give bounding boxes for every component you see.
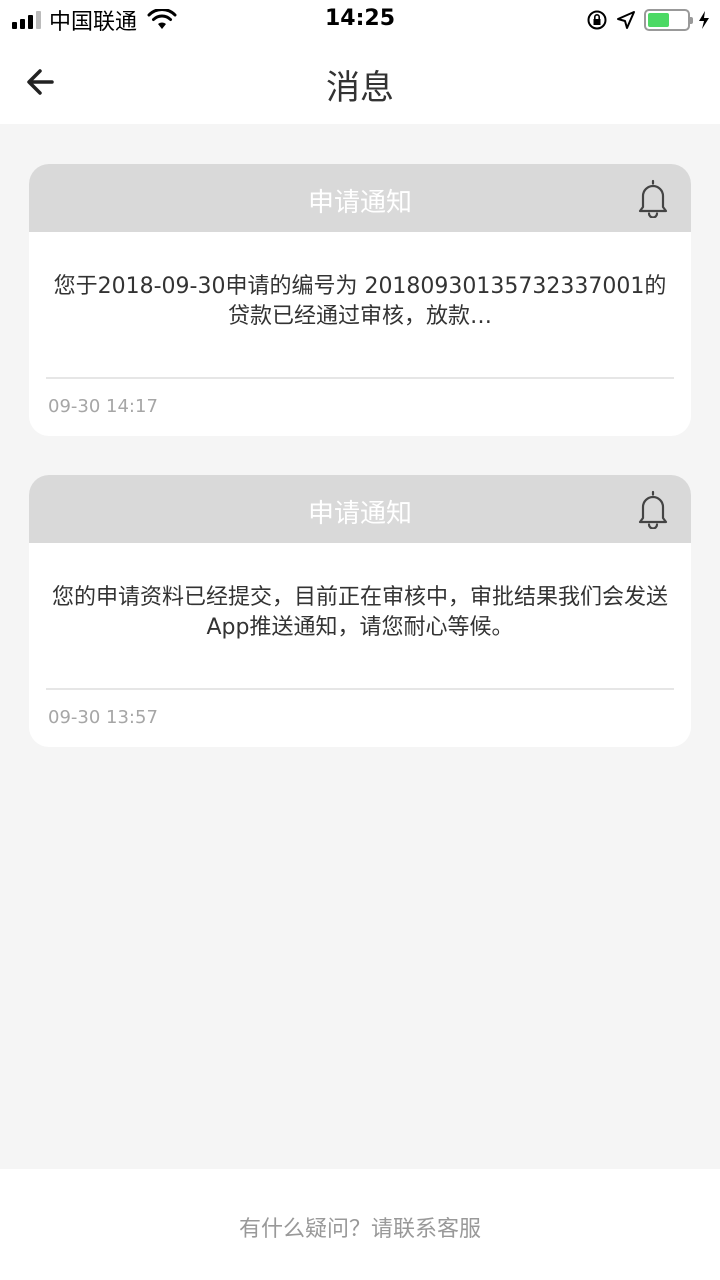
message-body: 您于2018-09-30申请的编号为 2018093013573233700​1… <box>53 274 667 329</box>
divider <box>46 377 674 379</box>
status-right <box>586 8 710 32</box>
bell-icon <box>638 179 668 218</box>
rotation-lock-icon <box>587 10 607 30</box>
divider <box>46 688 674 690</box>
status-bar: 中国联通 14:25 <box>0 0 720 40</box>
message-time: 09-30 14:17 <box>48 396 158 417</box>
message-card[interactable]: 申请通知 您于2018-09-30申请的编号为 2018093013573233… <box>29 164 691 436</box>
bell-icon <box>638 490 668 529</box>
battery-fill <box>648 13 669 27</box>
message-title: 申请通知 <box>307 499 412 529</box>
contact-support-link[interactable]: 有什么疑问？请联系客服 <box>0 1211 720 1243</box>
message-body: 您的申请资料已经提交，目前正在审核中，审批结果我们会发送App推送通知，请您耐心… <box>51 585 668 640</box>
page-title: 消息 <box>326 68 394 108</box>
battery-icon <box>644 9 693 31</box>
message-card-header: 申请通知 <box>29 164 691 232</box>
nav-bar: 消息 <box>0 40 720 124</box>
message-time: 09-30 13:57 <box>48 707 158 728</box>
message-card[interactable]: 申请通知 您的申请资料已经提交，目前正在审核中，审批结果我们会发送App推送通知… <box>29 475 691 747</box>
message-list: 申请通知 您于2018-09-30申请的编号为 2018093013573233… <box>0 124 720 1169</box>
message-card-header: 申请通知 <box>29 475 691 543</box>
charging-bolt-icon <box>699 11 709 29</box>
location-arrow-icon <box>617 11 635 29</box>
message-title: 申请通知 <box>307 188 412 218</box>
footer: 有什么疑问？请联系客服 <box>0 1169 720 1280</box>
